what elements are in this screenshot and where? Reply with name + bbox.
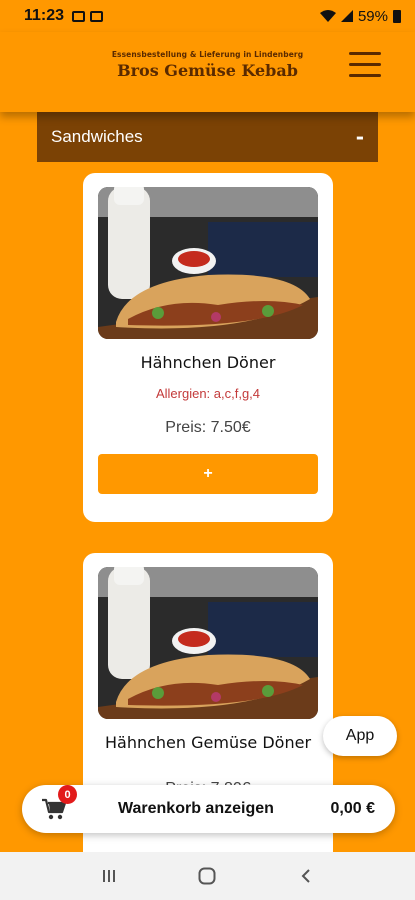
brand-subtitle: Essensbestellung & Lieferung in Lindenbe… bbox=[111, 50, 304, 59]
product-name: Hähnchen Döner bbox=[140, 353, 276, 372]
view-cart-label[interactable]: Warenkorb anzeigen bbox=[118, 800, 274, 818]
add-to-cart-button[interactable]: + bbox=[98, 453, 318, 494]
cart-icon[interactable]: 0 bbox=[42, 785, 77, 820]
cart-total: 0,00 € bbox=[330, 800, 375, 817]
product-card: Hähnchen Döner Allergien: a,c,f,g,4 Prei… bbox=[83, 173, 333, 522]
status-bar: 11:23 59% bbox=[0, 0, 415, 32]
battery-icon bbox=[393, 9, 401, 23]
product-name: Hähnchen Gemüse Döner bbox=[104, 733, 312, 752]
mail-icon bbox=[90, 10, 104, 22]
system-nav-bar bbox=[0, 852, 415, 900]
category-title: Sandwiches bbox=[51, 127, 143, 146]
recents-icon[interactable] bbox=[94, 861, 124, 891]
collapse-toggle[interactable]: - bbox=[356, 125, 364, 149]
gallery-icon bbox=[72, 10, 86, 22]
home-icon[interactable] bbox=[192, 861, 222, 891]
app-button[interactable]: App bbox=[323, 716, 397, 756]
brand-title: Bros Gemüse Kebab bbox=[117, 61, 298, 80]
back-icon[interactable] bbox=[291, 861, 321, 891]
wifi-icon bbox=[319, 10, 336, 22]
hamburger-menu-icon[interactable] bbox=[349, 52, 381, 80]
cart-count-badge: 0 bbox=[58, 785, 77, 804]
cart-bar[interactable]: 0 Warenkorb anzeigen 0,00 € bbox=[22, 785, 395, 833]
product-image bbox=[98, 187, 318, 339]
product-price: Preis: 7.50€ bbox=[165, 418, 251, 436]
signal-icon bbox=[340, 10, 353, 22]
battery-percent: 59% bbox=[357, 7, 388, 25]
product-allergens: Allergien: a,c,f,g,4 bbox=[155, 385, 261, 401]
brand-logo[interactable]: Essensbestellung & Lieferung in Lindenbe… bbox=[100, 50, 315, 80]
app-header: Essensbestellung & Lieferung in Lindenbe… bbox=[0, 32, 415, 112]
status-time: 11:23 bbox=[24, 7, 65, 24]
product-image bbox=[98, 567, 318, 719]
category-header-sandwiches[interactable]: Sandwiches - bbox=[37, 112, 378, 162]
